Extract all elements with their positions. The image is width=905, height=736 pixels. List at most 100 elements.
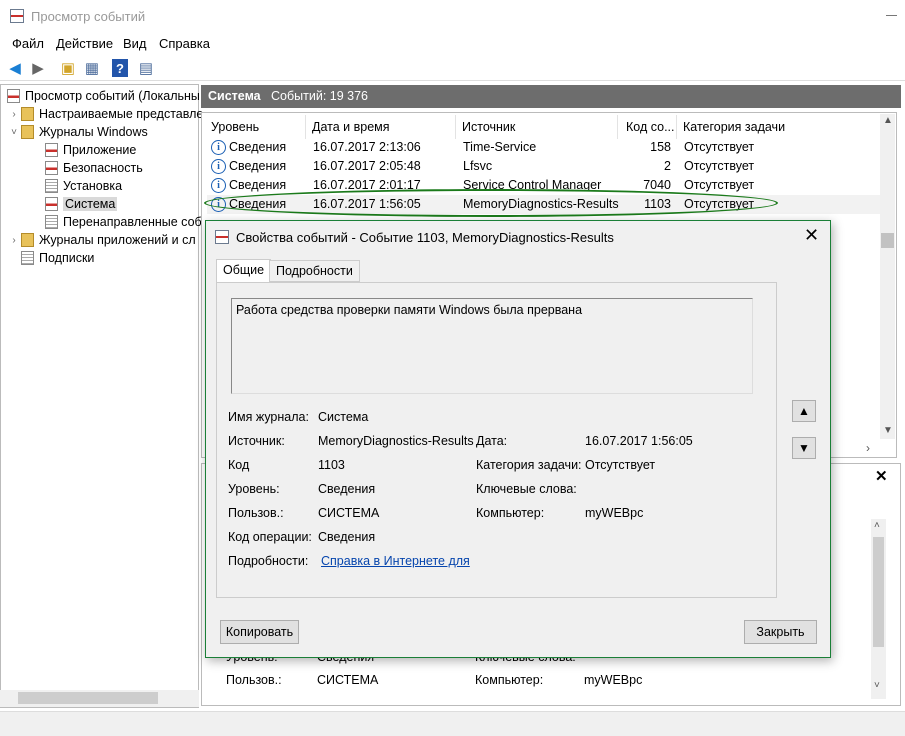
navigation-tree: Просмотр событий (Локальны › Настраиваемы… (0, 84, 203, 708)
user-value: СИСТЕМА (318, 506, 380, 520)
status-bar (0, 711, 905, 736)
date-label: Дата: (476, 434, 508, 448)
column-code[interactable]: Код со... (626, 120, 675, 134)
event-description: Работа средства проверки памяти Windows … (231, 298, 753, 394)
scroll-down-icon[interactable]: ˅ (874, 680, 880, 691)
chevron-right-icon[interactable]: › (7, 235, 21, 246)
tree-item-security[interactable]: Безопасность (45, 159, 143, 177)
user-label: Пользов.: (228, 506, 284, 520)
column-divider[interactable] (617, 115, 618, 139)
computer-label: Компьютер: (476, 506, 545, 520)
source-value: MemoryDiagnostics-Results (318, 434, 474, 448)
menu-view[interactable]: Вид (123, 36, 147, 51)
chevron-down-icon[interactable]: ˅ (7, 127, 21, 138)
close-button[interactable]: Закрыть (744, 620, 817, 644)
folder-up-icon[interactable]: ▣ (58, 58, 78, 78)
more-info-label: Подробности: (228, 554, 309, 568)
level-value: Сведения (318, 482, 376, 496)
folder-icon (21, 233, 34, 247)
show-hide-tree-icon[interactable]: ▦ (82, 58, 102, 78)
event-viewer-icon (215, 230, 229, 244)
log-name-label: Имя журнала: (228, 410, 309, 424)
event-viewer-icon (10, 9, 24, 23)
panel-log-name: Система (208, 89, 261, 103)
bottom-user-label: Пользов.: (226, 673, 282, 687)
date-value: 16.07.2017 1:56:05 (585, 434, 693, 448)
minimize-button[interactable] (886, 15, 897, 16)
next-event-button[interactable]: ▼ (792, 437, 816, 459)
column-source[interactable]: Источник (462, 120, 515, 134)
column-level[interactable]: Уровень (211, 120, 259, 134)
bottom-computer-value: myWEBpc (584, 673, 643, 687)
back-icon[interactable]: ◀ (5, 58, 25, 78)
chevron-right-icon[interactable]: › (7, 109, 21, 120)
event-id-label: Код (228, 458, 250, 472)
tree-item-application[interactable]: Приложение (45, 141, 136, 159)
tree-item-system[interactable]: Система (45, 195, 118, 213)
previous-event-button[interactable]: ▲ (792, 400, 816, 422)
menu-bar: Файл Действие Вид Справка (0, 32, 905, 54)
scroll-down-icon[interactable]: ▼ (883, 425, 893, 436)
tree-item-setup[interactable]: Установка (45, 177, 122, 195)
tab-page-general: Работа средства проверки памяти Windows … (216, 282, 777, 598)
opcode-label: Код операции: (228, 530, 312, 544)
tab-general[interactable]: Общие (216, 259, 272, 283)
column-date[interactable]: Дата и время (312, 120, 390, 134)
scroll-right-icon[interactable]: › (866, 441, 870, 455)
window-titlebar: Просмотр событий (0, 0, 905, 32)
column-divider[interactable] (305, 115, 306, 139)
column-divider[interactable] (455, 115, 456, 139)
tree-item-event-viewer[interactable]: Просмотр событий (Локальны (7, 87, 200, 105)
level-label: Уровень: (228, 482, 280, 496)
arrow-down-icon: ▼ (798, 441, 810, 455)
log-icon (45, 179, 58, 193)
computer-value: myWEBpc (585, 506, 644, 520)
folder-icon (21, 125, 34, 139)
close-icon[interactable]: ✕ (804, 225, 819, 246)
menu-action[interactable]: Действие (56, 36, 113, 51)
log-icon (45, 215, 58, 229)
help-icon[interactable]: ? (112, 59, 128, 77)
keywords-label: Ключевые слова: (476, 482, 577, 496)
tree-item-subscriptions[interactable]: Подписки (21, 249, 94, 267)
scroll-up-icon[interactable]: ▲ (883, 115, 893, 126)
toolbar: ◀ ▶ ▣ ▦ ? ▤ (0, 55, 905, 81)
online-help-link[interactable]: Справка в Интернете для (321, 554, 470, 568)
tab-details[interactable]: Подробности (269, 260, 360, 282)
dialog-title: Свойства событий - Событие 1103, MemoryD… (236, 230, 614, 245)
info-icon: i (211, 159, 226, 174)
table-row[interactable]: i Сведения 16.07.2017 2:05:48 Lfsvc 2 Отсутст… (207, 157, 882, 176)
event-properties-dialog: Свойства событий - Событие 1103, MemoryD… (205, 220, 831, 658)
tree-item-app-service-logs[interactable]: › Журналы приложений и сл (7, 231, 196, 249)
tree-scroll-thumb[interactable] (18, 692, 158, 704)
menu-file[interactable]: Файл (12, 36, 44, 51)
close-icon[interactable]: ✕ (875, 467, 888, 485)
source-label: Источник: (228, 434, 285, 448)
list-scroll-thumb[interactable] (881, 233, 894, 248)
tree-item-custom-views[interactable]: › Настраиваемые представле (7, 105, 203, 123)
info-icon: i (211, 140, 226, 155)
log-icon (21, 251, 34, 265)
menu-help[interactable]: Справка (159, 36, 210, 51)
copy-button[interactable]: Копировать (220, 620, 299, 644)
scroll-up-icon[interactable]: ˄ (874, 520, 880, 531)
event-id-value: 1103 (318, 458, 345, 472)
log-icon (45, 161, 58, 175)
event-viewer-icon (7, 89, 20, 103)
tree-item-forwarded-events[interactable]: Перенаправленные соб (45, 213, 202, 231)
forward-icon[interactable]: ▶ (28, 58, 48, 78)
panel-header: Система Событий: 19 376 (201, 85, 901, 108)
details-scroll-thumb[interactable] (873, 537, 884, 647)
task-category-value: Отсутствует (585, 458, 656, 472)
task-category-label: Категория задачи: (476, 458, 582, 472)
show-hide-action-pane-icon[interactable]: ▤ (136, 58, 156, 78)
table-row[interactable]: i Сведения 16.07.2017 2:13:06 Time-Service 1… (207, 138, 882, 157)
bottom-user-value: СИСТЕМА (317, 673, 379, 687)
column-divider[interactable] (676, 115, 677, 139)
folder-icon (21, 107, 34, 121)
window-title: Просмотр событий (31, 9, 146, 24)
tree-item-windows-logs[interactable]: ˅ Журналы Windows (7, 123, 148, 141)
list-vertical-scrollbar[interactable] (880, 114, 895, 439)
column-category[interactable]: Категория задачи (683, 120, 785, 134)
bottom-computer-label: Компьютер: (475, 673, 544, 687)
